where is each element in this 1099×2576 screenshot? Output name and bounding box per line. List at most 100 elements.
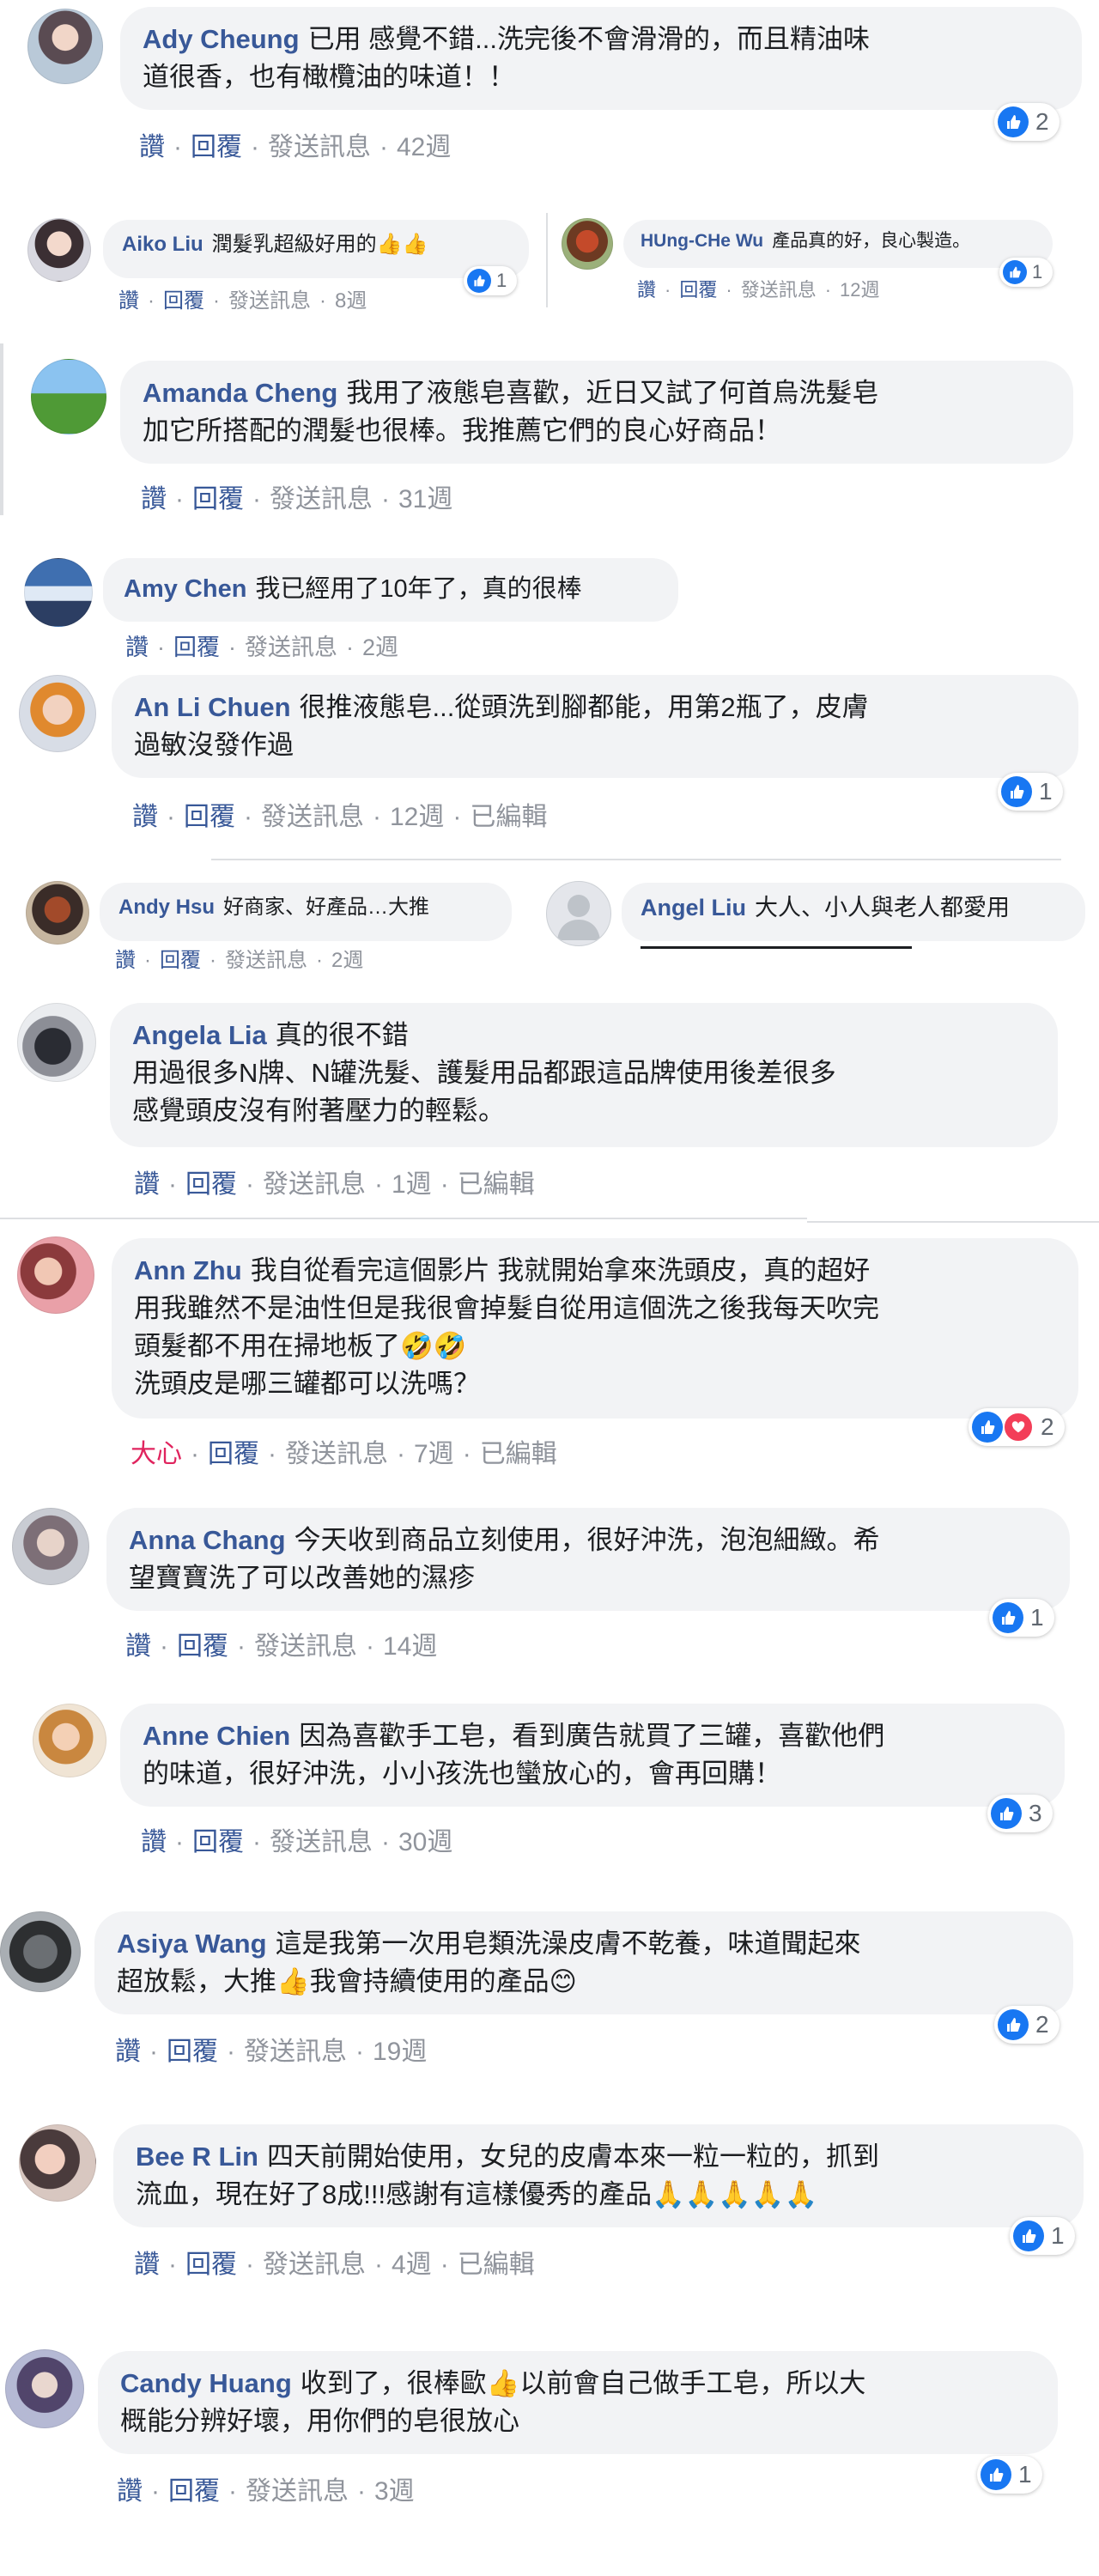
reaction-count[interactable]: 1 — [464, 266, 518, 295]
like-button[interactable]: 讚 — [132, 803, 158, 831]
like-button[interactable]: 讚 — [115, 949, 136, 972]
reaction-count[interactable]: 2 — [968, 1408, 1065, 1446]
timestamp[interactable]: 12週 — [390, 803, 444, 831]
avatar[interactable] — [27, 218, 91, 282]
commenter-name[interactable]: Angel Liu — [641, 895, 746, 920]
reply-button[interactable]: 回覆 — [208, 1440, 259, 1468]
like-reaction-icon — [998, 2009, 1029, 2040]
commenter-name[interactable]: Angela Lia — [132, 1020, 267, 1050]
timestamp[interactable]: 8週 — [335, 289, 367, 313]
avatar[interactable] — [19, 2124, 96, 2202]
like-button[interactable]: 讚 — [115, 2038, 141, 2066]
commenter-name[interactable]: Asiya Wang — [117, 1929, 267, 1959]
avatar[interactable] — [27, 9, 103, 84]
send-message-button[interactable]: 發送訊息 — [245, 635, 337, 660]
timestamp[interactable]: 31週 — [398, 485, 452, 513]
timestamp[interactable]: 2週 — [331, 949, 363, 972]
timestamp[interactable]: 19週 — [373, 2038, 427, 2066]
like-button[interactable]: 讚 — [118, 289, 139, 313]
avatar[interactable] — [12, 1508, 89, 1585]
reply-button[interactable]: 回覆 — [173, 635, 220, 660]
avatar[interactable] — [17, 1236, 94, 1314]
send-message-button[interactable]: 發送訊息 — [225, 949, 307, 972]
send-message-button[interactable]: 發送訊息 — [263, 1170, 366, 1199]
send-message-button[interactable]: 發送訊息 — [285, 1440, 388, 1468]
commenter-name[interactable]: Amy Chen — [124, 575, 246, 603]
commenter-name[interactable]: HUng-CHe Wu — [641, 231, 763, 251]
commenter-name[interactable]: Anne Chien — [143, 1721, 290, 1751]
timestamp[interactable]: 4週 — [392, 2251, 432, 2279]
like-button[interactable]: 讚 — [637, 279, 656, 301]
commenter-name[interactable]: Andy Hsu — [118, 896, 215, 919]
send-message-button[interactable]: 發送訊息 — [263, 2251, 366, 2279]
timestamp[interactable]: 3週 — [374, 2477, 415, 2506]
reply-button[interactable]: 回覆 — [192, 1828, 244, 1856]
avatar[interactable] — [5, 2349, 84, 2428]
like-button[interactable]: 讚 — [139, 133, 165, 161]
like-button[interactable]: 讚 — [125, 635, 149, 660]
commenter-name[interactable]: Aiko Liu — [122, 233, 203, 256]
commenter-name[interactable]: Ann Zhu — [134, 1255, 242, 1285]
send-message-button[interactable]: 發送訊息 — [741, 279, 817, 301]
reply-button[interactable]: 回覆 — [177, 1632, 228, 1661]
reaction-count[interactable]: 2 — [994, 2006, 1060, 2044]
send-message-button[interactable]: 發送訊息 — [246, 2477, 349, 2506]
avatar[interactable] — [26, 881, 89, 945]
reply-button[interactable]: 回覆 — [160, 949, 201, 972]
avatar[interactable] — [31, 359, 106, 434]
avatar[interactable] — [19, 675, 96, 752]
send-message-button[interactable]: 發送訊息 — [268, 133, 371, 161]
reply-button[interactable]: 回覆 — [185, 1170, 237, 1199]
divider — [546, 213, 548, 307]
send-message-button[interactable]: 發送訊息 — [254, 1632, 357, 1661]
timestamp[interactable]: 30週 — [398, 1828, 452, 1856]
avatar[interactable] — [24, 558, 93, 627]
like-button[interactable]: 讚 — [117, 2477, 143, 2506]
reaction-count[interactable]: 1 — [999, 258, 1053, 287]
commenter-name[interactable]: Candy Huang — [120, 2368, 292, 2398]
avatar[interactable] — [17, 1003, 96, 1082]
like-button[interactable]: 讚 — [134, 2251, 160, 2279]
reply-button[interactable]: 回覆 — [679, 279, 717, 301]
send-message-button[interactable]: 發送訊息 — [270, 1828, 373, 1856]
reply-button[interactable]: 回覆 — [192, 485, 244, 513]
reply-button[interactable]: 回覆 — [168, 2477, 220, 2506]
reply-button[interactable]: 回覆 — [184, 803, 235, 831]
comment-text: 今天收到商品立刻使用，很好沖洗，泡泡細緻。希 — [294, 1525, 880, 1555]
reaction-count[interactable]: 1 — [989, 1599, 1054, 1637]
avatar[interactable] — [33, 1704, 106, 1777]
send-message-button[interactable]: 發送訊息 — [244, 2038, 347, 2066]
reaction-count[interactable]: 1 — [977, 2456, 1042, 2494]
avatar[interactable] — [0, 1911, 81, 1992]
commenter-name[interactable]: Ady Cheung — [143, 24, 300, 54]
like-button[interactable]: 讚 — [125, 1632, 151, 1661]
avatar[interactable] — [562, 218, 613, 270]
like-button[interactable]: 讚 — [141, 485, 167, 513]
reply-button[interactable]: 回覆 — [191, 133, 242, 161]
commenter-name[interactable]: An Li Chuen — [134, 692, 291, 722]
timestamp[interactable]: 12週 — [840, 279, 879, 301]
comment-text: 用我雖然不是油性但是我很會掉髮自從用這個洗之後我每天吹完 — [134, 1293, 879, 1323]
avatar[interactable] — [546, 881, 611, 946]
reply-button[interactable]: 回覆 — [185, 2251, 237, 2279]
send-message-button[interactable]: 發送訊息 — [228, 289, 311, 313]
like-button[interactable]: 讚 — [141, 1828, 167, 1856]
commenter-name[interactable]: Amanda Cheng — [143, 378, 337, 408]
send-message-button[interactable]: 發送訊息 — [270, 485, 373, 513]
commenter-name[interactable]: Anna Chang — [129, 1525, 286, 1555]
timestamp[interactable]: 14週 — [383, 1632, 437, 1661]
reaction-count[interactable]: 1 — [998, 773, 1063, 811]
like-button[interactable]: 讚 — [134, 1170, 160, 1199]
reaction-count[interactable]: 2 — [994, 103, 1060, 141]
timestamp[interactable]: 2週 — [362, 635, 398, 660]
reply-button[interactable]: 回覆 — [163, 289, 204, 313]
commenter-name[interactable]: Bee R Lin — [136, 2142, 258, 2172]
timestamp[interactable]: 42週 — [397, 133, 451, 161]
timestamp[interactable]: 7週 — [414, 1440, 454, 1468]
reply-button[interactable]: 回覆 — [167, 2038, 218, 2066]
love-button[interactable]: 大心 — [131, 1440, 182, 1468]
reaction-count[interactable]: 1 — [1010, 2217, 1075, 2255]
reaction-count[interactable]: 3 — [987, 1795, 1053, 1832]
timestamp[interactable]: 1週 — [392, 1170, 432, 1199]
send-message-button[interactable]: 發送訊息 — [261, 803, 364, 831]
